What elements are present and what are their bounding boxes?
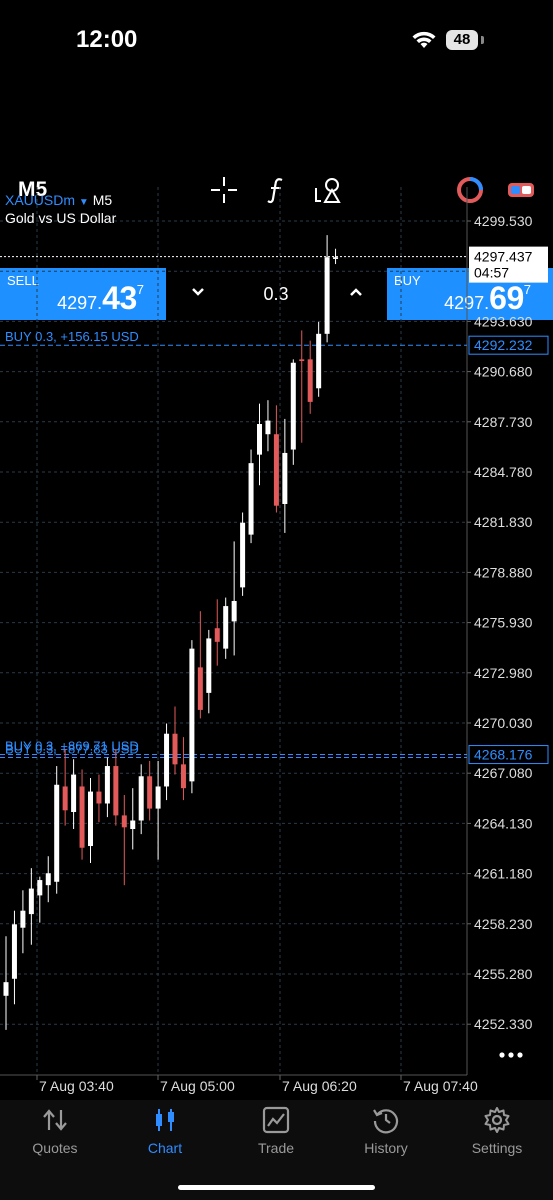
tab-settings[interactable]: Settings <box>442 1100 552 1170</box>
candle-body-bull <box>20 910 26 928</box>
history-icon <box>373 1109 399 1134</box>
candle-body-bull <box>240 522 246 588</box>
candle-body-bull <box>257 424 262 455</box>
order-price-label: 4268.176 <box>474 747 533 763</box>
tab-label: Chart <box>147 1140 183 1156</box>
candle-body-bull <box>54 784 60 882</box>
candle-body-bear <box>273 434 279 506</box>
y-tick-label: 4267.080 <box>474 765 533 781</box>
x-tick-label: 7 Aug 03:40 <box>39 1078 114 1094</box>
candle-body-bull <box>11 924 17 979</box>
y-tick-label: 4287.730 <box>474 414 533 430</box>
candle-body-bull <box>223 606 229 649</box>
order-price-label: 4292.232 <box>474 337 533 353</box>
order-label: BUY 0.3, +156.15 USD <box>5 329 139 344</box>
y-tick-label: 4284.780 <box>474 464 533 480</box>
tab-history[interactable]: History <box>331 1100 441 1170</box>
home-indicator <box>178 1185 375 1190</box>
tab-chart[interactable]: Chart <box>110 1100 220 1170</box>
candle-body-bull <box>231 600 237 622</box>
candle-body-bull <box>104 766 110 804</box>
candle-body-bear <box>121 815 127 828</box>
order-label: BUY 0.3, +877.83 USD <box>5 742 139 757</box>
candle-body-bull <box>282 452 288 504</box>
candle-body-bull <box>28 888 34 915</box>
y-tick-label: 4255.280 <box>474 966 533 982</box>
candle-body-bear <box>180 764 186 789</box>
wifi-icon <box>412 31 436 48</box>
symbol-header[interactable]: XAUUSDm ▼ M5 <box>5 192 112 208</box>
candle-body-bull <box>290 362 296 450</box>
y-tick-label: 4281.830 <box>474 514 533 530</box>
candle-body-bear <box>62 786 68 811</box>
tab-quotes[interactable]: Quotes <box>0 1100 110 1170</box>
x-tick-label: 7 Aug 06:20 <box>282 1078 357 1094</box>
y-tick-label: 4264.130 <box>474 815 533 831</box>
symbol-caret-icon: ▼ <box>78 197 89 208</box>
status-bar: 12:00 48 <box>0 0 553 80</box>
chart-svg: 4299.5304296.5804293.6304290.6804287.730… <box>0 187 549 1094</box>
candle-body-bull <box>333 257 339 259</box>
candle-body-bull <box>189 648 195 782</box>
y-tick-label: 4299.530 <box>474 213 533 229</box>
symbol-timeframe: M5 <box>92 192 113 208</box>
candle-body-bull <box>316 333 322 389</box>
candle-body-bear <box>197 667 203 710</box>
candle-body-bull <box>138 776 144 821</box>
candle-body-bear <box>307 359 313 402</box>
tab-label: Trade <box>257 1140 295 1156</box>
y-tick-label: 4270.030 <box>474 715 533 731</box>
candle-body-bear <box>147 776 153 809</box>
x-tick-label: 7 Aug 07:40 <box>403 1078 478 1094</box>
candle-body-bull <box>45 873 51 886</box>
battery-tip <box>481 36 484 44</box>
y-tick-label: 4290.680 <box>474 364 533 380</box>
candle-body-bull <box>248 463 254 535</box>
candle-body-bull <box>206 638 212 693</box>
candle-body-bull <box>71 774 77 812</box>
trade-panel: SELL 4297.437 0.3 BUY 4297.697 <box>0 134 553 320</box>
candle-body-bear <box>113 766 119 816</box>
x-tick-label: 7 Aug 05:00 <box>160 1078 235 1094</box>
y-tick-label: 4252.330 <box>474 1016 533 1032</box>
price-chart[interactable]: 4299.5304296.5804293.6304290.6804287.730… <box>0 187 553 1100</box>
arrows-icon <box>43 1109 67 1131</box>
symbol-name: XAUUSDm <box>5 192 76 208</box>
candle-body-bull <box>88 791 93 847</box>
candle-body-bull <box>37 880 43 896</box>
more-options-icon[interactable] <box>498 1050 524 1060</box>
y-tick-label: 4275.930 <box>474 615 533 631</box>
tab-trade[interactable]: Trade <box>221 1100 331 1170</box>
y-tick-label: 4278.880 <box>474 564 533 580</box>
candle-body-bull <box>324 257 330 334</box>
battery-indicator: 48 <box>446 30 478 50</box>
gear-icon <box>484 1107 510 1133</box>
current-price-label: 4297.437 <box>474 249 533 265</box>
candle-body-bull <box>130 820 136 830</box>
candle-body-bull <box>265 420 271 435</box>
candle-body-bull <box>164 733 170 787</box>
candle-body-bear <box>172 733 178 765</box>
y-tick-label: 4293.630 <box>474 313 533 329</box>
y-tick-label: 4261.180 <box>474 866 533 882</box>
candle-body-bear <box>214 628 220 642</box>
symbol-description: Gold vs US Dollar <box>5 210 117 226</box>
candle-body-bull <box>3 982 9 996</box>
tab-label: Settings <box>471 1140 523 1156</box>
candle-body-bear <box>299 359 305 362</box>
y-tick-label: 4272.980 <box>474 665 533 681</box>
candle-body-bull <box>155 786 161 809</box>
trade-chart-icon <box>262 1106 290 1134</box>
y-tick-label: 4258.230 <box>474 916 533 932</box>
status-time: 12:00 <box>76 26 138 53</box>
tab-label: Quotes <box>32 1140 78 1156</box>
candle-body-bear <box>79 786 85 848</box>
countdown-label: 04:57 <box>474 265 509 281</box>
chart-toolbar: M5 <box>0 84 553 204</box>
candle-body-bear <box>96 791 102 804</box>
candles-icon <box>156 1109 174 1131</box>
tab-label: History <box>364 1140 408 1156</box>
